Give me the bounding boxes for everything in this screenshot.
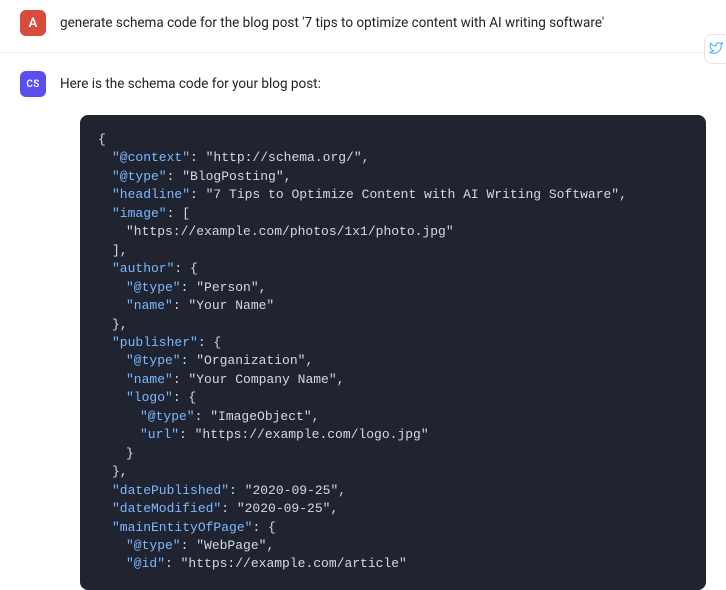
- code-line: "dateModified": "2020-09-25",: [98, 500, 688, 518]
- code-line: "logo": {: [98, 389, 688, 407]
- code-line: "name": "Your Company Name",: [98, 371, 688, 389]
- code-line: "url": "https://example.com/logo.jpg": [98, 426, 688, 444]
- code-line: "datePublished": "2020-09-25",: [98, 482, 688, 500]
- code-line: "@type": "WebPage",: [98, 537, 688, 555]
- assistant-intro-text: Here is the schema code for your blog po…: [60, 71, 706, 94]
- user-avatar-label: A: [29, 16, 38, 31]
- code-line: },: [98, 316, 688, 334]
- code-line: "name": "Your Name": [98, 297, 688, 315]
- twitter-icon: [709, 40, 723, 59]
- code-line: "headline": "7 Tips to Optimize Content …: [98, 186, 688, 204]
- code-line: "author": {: [98, 260, 688, 278]
- user-avatar: A: [20, 10, 46, 36]
- code-line: ],: [98, 242, 688, 260]
- code-line: "publisher": {: [98, 334, 688, 352]
- assistant-message-row: CS Here is the schema code for your blog…: [0, 53, 726, 97]
- share-tab[interactable]: [704, 34, 726, 64]
- code-line: "@context": "http://schema.org/",: [98, 149, 688, 167]
- assistant-avatar: CS: [20, 71, 46, 97]
- code-line: "@type": "Organization",: [98, 352, 688, 370]
- code-line: },: [98, 463, 688, 481]
- code-line: "@id": "https://example.com/article": [98, 555, 688, 573]
- code-line: }: [98, 445, 688, 463]
- code-line: "mainEntityOfPage": {: [98, 519, 688, 537]
- chat-container: A generate schema code for the blog post…: [0, 0, 726, 590]
- user-message-text: generate schema code for the blog post '…: [60, 10, 706, 33]
- assistant-avatar-label: CS: [26, 79, 39, 90]
- code-line: "@type": "BlogPosting",: [98, 168, 688, 186]
- code-line: "@type": "Person",: [98, 279, 688, 297]
- code-block[interactable]: {"@context": "http://schema.org/","@type…: [80, 115, 706, 590]
- code-line: "https://example.com/photos/1x1/photo.jp…: [98, 223, 688, 241]
- user-message-row: A generate schema code for the blog post…: [0, 0, 726, 53]
- code-line: "image": [: [98, 205, 688, 223]
- code-line: {: [98, 131, 688, 149]
- code-line: "@type": "ImageObject",: [98, 408, 688, 426]
